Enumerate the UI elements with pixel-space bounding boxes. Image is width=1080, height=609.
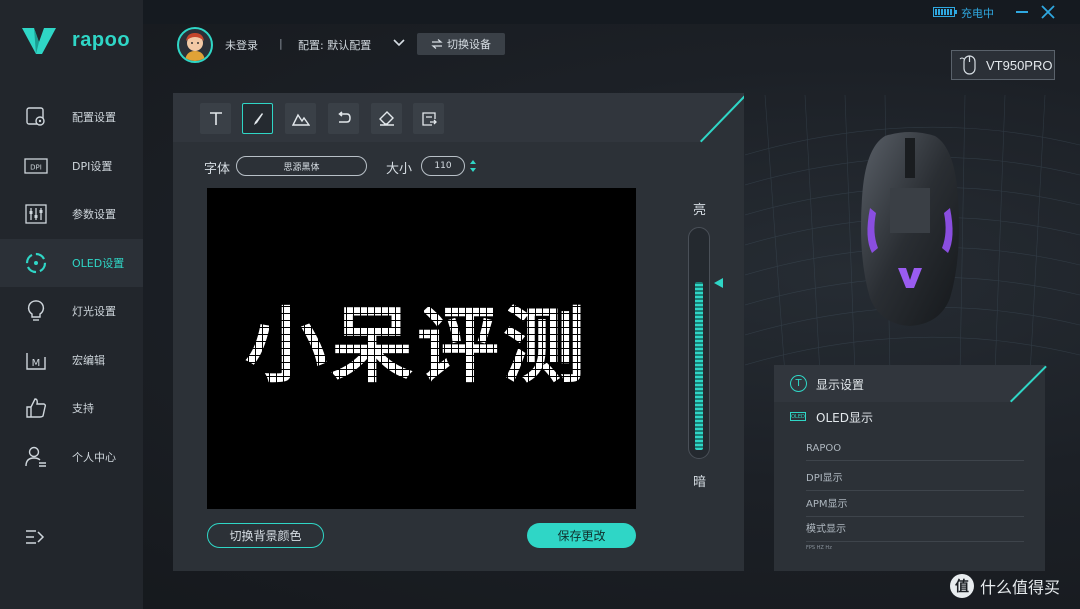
brand-name: rapoo (72, 28, 131, 51)
display-settings-title: 显示设置 (816, 378, 865, 392)
oled-display-title: OLED显示 (816, 411, 873, 425)
canvas-text: 小呆评测 (245, 299, 590, 394)
watermark-badge: 值 (950, 574, 974, 598)
switch-device-button[interactable]: 切换设备 (417, 33, 505, 55)
minimize-button[interactable] (1016, 11, 1028, 13)
sidebar-item-label: 个人中心 (72, 450, 116, 464)
svg-text:M: M (32, 358, 41, 369)
brightness-low-label: 暗 (693, 475, 707, 490)
undo-button[interactable] (328, 103, 359, 134)
dpi-icon: DPI (24, 154, 48, 178)
sidebar-item-label: 灯光设置 (72, 305, 116, 319)
sidebar-item-user-center[interactable]: 个人中心 (0, 433, 143, 482)
font-label: 字体 (204, 162, 231, 177)
sidebar-item-label: 配置设置 (72, 111, 116, 125)
login-status[interactable]: 未登录 (225, 37, 258, 53)
brightness-high-label: 亮 (693, 203, 707, 218)
mountain-icon (291, 113, 310, 126)
brightness-slider-handle[interactable] (714, 278, 723, 288)
sidebar-item-macro[interactable]: M 宏编辑 (0, 336, 143, 385)
sidebar-item-label: DPI设置 (72, 159, 113, 173)
font-select[interactable]: 思源黑体 (236, 156, 367, 176)
svg-text:DPI: DPI (30, 163, 42, 171)
chevron-down-icon[interactable] (393, 38, 405, 48)
rapoo-v-icon (22, 28, 56, 54)
text-icon (209, 111, 222, 125)
display-option-dpi[interactable]: DPI显示 (806, 469, 1024, 491)
swap-icon (431, 39, 443, 49)
display-option-apm[interactable]: APM显示 (806, 495, 1024, 517)
eraser-tool-button[interactable] (371, 103, 402, 134)
switch-device-label: 切换设备 (447, 38, 491, 51)
close-icon[interactable] (1040, 4, 1056, 20)
brush-icon (253, 112, 263, 125)
oled-editor-panel: 字体 思源黑体 大小 110 小呆评测 亮 暗 切换背景颜色 保存更改 (173, 93, 744, 571)
device-name: VT950PRO (986, 57, 1053, 73)
mouse-image (861, 132, 959, 326)
watermark: 值 什么值得买 (950, 574, 1060, 598)
sidebar-item-label: 参数设置 (72, 208, 116, 222)
font-size-input[interactable]: 110 (421, 156, 465, 176)
switch-background-color-button[interactable]: 切换背景颜色 (207, 523, 324, 548)
sidebar-item-support[interactable]: 支持 (0, 384, 143, 433)
sidebar-item-label: 支持 (72, 402, 94, 416)
sidebar-item-profile-settings[interactable]: 配置设置 (0, 93, 143, 142)
image-tool-button[interactable] (285, 103, 316, 134)
display-option-mode[interactable]: 模式显示 (806, 520, 1024, 542)
size-label: 大小 (386, 162, 413, 177)
oled-canvas[interactable]: 小呆评测 (207, 188, 636, 509)
display-option-rapoo[interactable]: RAPOO (806, 443, 1024, 461)
thumbs-up-icon (24, 396, 48, 420)
sidebar-nav: 配置设置 DPI DPI设置 参数设置 OLED设置 灯光设置 M 宏编辑 支持… (0, 93, 143, 481)
sliders-icon (24, 202, 48, 226)
brand-logo: rapoo (20, 24, 130, 56)
sidebar-item-dpi[interactable]: DPI DPI设置 (0, 142, 143, 191)
profile-settings-icon (24, 105, 48, 129)
collapse-sidebar-icon[interactable] (24, 526, 48, 550)
stepper-icon[interactable] (469, 159, 477, 173)
oled-icon (24, 251, 48, 275)
save-changes-button[interactable]: 保存更改 (527, 523, 636, 548)
sidebar-item-lighting[interactable]: 灯光设置 (0, 287, 143, 336)
export-tool-button[interactable] (413, 103, 444, 134)
watermark-text: 什么值得买 (980, 578, 1061, 597)
header-separator: | (279, 37, 283, 50)
mouse-icon (959, 55, 976, 75)
export-icon (421, 111, 437, 126)
charging-status: 充电中 (961, 7, 994, 20)
undo-icon (337, 110, 351, 123)
brightness-slider[interactable] (688, 227, 710, 459)
bulb-icon (24, 299, 48, 323)
sidebar-item-oled[interactable]: OLED设置 (0, 238, 143, 287)
display-option-partial[interactable]: FPS HZ Hz (806, 545, 1024, 557)
oled-display-icon: OLED (790, 412, 806, 421)
eraser-icon (378, 110, 394, 126)
sidebar: rapoo 配置设置 DPI DPI设置 参数设置 OLED设置 灯光设置 M … (0, 0, 143, 609)
battery-icon (933, 7, 957, 17)
display-settings-panel: T 显示设置 OLED OLED显示 RAPOO DPI显示 APM显示 模式显… (774, 365, 1047, 571)
sidebar-item-parameters[interactable]: 参数设置 (0, 190, 143, 239)
display-settings-icon: T (790, 375, 807, 392)
avatar[interactable] (177, 27, 213, 63)
sidebar-item-label: OLED设置 (72, 256, 125, 270)
user-icon (24, 445, 48, 469)
macro-icon: M (24, 348, 48, 372)
device-badge[interactable]: VT950PRO (951, 50, 1055, 80)
sidebar-item-label: 宏编辑 (72, 353, 105, 367)
profile-selector[interactable]: 配置: 默认配置 (298, 37, 371, 53)
app-window: rapoo 配置设置 DPI DPI设置 参数设置 OLED设置 灯光设置 M … (0, 0, 1080, 609)
brightness-slider-fill (695, 282, 703, 450)
title-bar: 充电中 (143, 0, 1080, 24)
brush-tool-button[interactable] (242, 103, 273, 134)
display-settings-header (774, 365, 1045, 402)
text-tool-button[interactable] (200, 103, 231, 134)
